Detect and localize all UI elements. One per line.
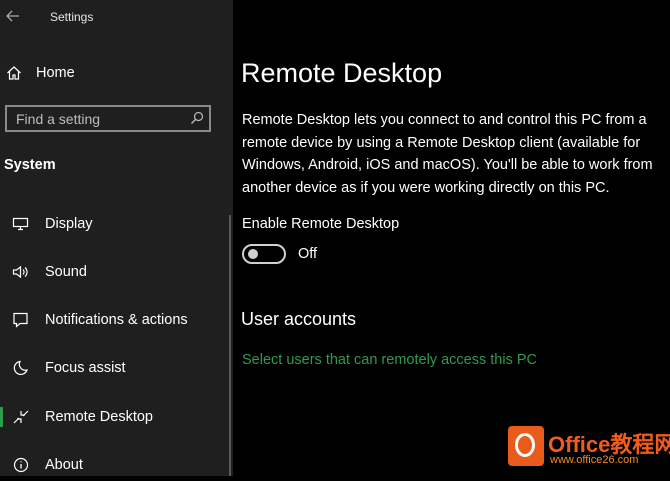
- app-title: Settings: [50, 10, 94, 24]
- toggle-knob: [248, 249, 258, 259]
- section-title: System: [4, 157, 56, 173]
- display-icon: [12, 217, 29, 231]
- speaker-icon: [12, 265, 28, 279]
- search-input[interactable]: [7, 107, 192, 130]
- sidebar-item-label: Remote Desktop: [45, 409, 153, 425]
- search-icon[interactable]: [190, 111, 204, 125]
- main-content: Remote Desktop Remote Desktop lets you c…: [233, 0, 670, 476]
- sidebar-item-display[interactable]: Display: [0, 208, 226, 240]
- enable-remote-desktop-toggle[interactable]: [242, 244, 286, 264]
- page-title: Remote Desktop: [241, 58, 443, 88]
- watermark: Office教程网 www.office26.com: [503, 422, 670, 476]
- select-users-link[interactable]: Select users that can remotely access th…: [242, 352, 537, 368]
- page-description: Remote Desktop lets you connect to and c…: [242, 112, 653, 196]
- sidebar-item-label: Sound: [45, 264, 87, 280]
- sidebar-item-notifications[interactable]: Notifications & actions: [0, 304, 226, 336]
- sidebar-scrollbar[interactable]: [229, 215, 231, 476]
- notification-icon: [13, 312, 28, 328]
- info-icon: [13, 457, 29, 473]
- search-box[interactable]: [5, 105, 211, 132]
- moon-icon: [13, 360, 28, 376]
- home-icon: [7, 66, 21, 80]
- title-bar: Settings: [0, 0, 233, 34]
- sidebar-item-about[interactable]: About: [0, 449, 226, 481]
- toggle-label: Enable Remote Desktop: [242, 216, 400, 232]
- sidebar-item-focus-assist[interactable]: Focus assist: [0, 352, 226, 384]
- sidebar-item-label: Focus assist: [45, 360, 126, 376]
- office-logo-icon: [508, 426, 544, 466]
- back-button[interactable]: [4, 6, 22, 26]
- sidebar: Settings Home System Display Sound: [0, 0, 233, 476]
- toggle-state-text: Off: [298, 246, 318, 262]
- sidebar-item-sound[interactable]: Sound: [0, 256, 226, 288]
- arrow-left-icon: [6, 10, 19, 22]
- watermark-url: www.office26.com: [550, 454, 639, 466]
- sidebar-item-label: Home: [36, 65, 75, 81]
- section-heading: User accounts: [241, 309, 357, 329]
- sidebar-item-remote-desktop[interactable]: Remote Desktop: [0, 401, 226, 433]
- sidebar-item-label: Notifications & actions: [45, 312, 188, 328]
- sidebar-item-home[interactable]: Home: [0, 58, 233, 88]
- remote-desktop-icon: [13, 410, 29, 424]
- sidebar-item-label: Display: [45, 216, 93, 232]
- sidebar-item-label: About: [45, 457, 83, 473]
